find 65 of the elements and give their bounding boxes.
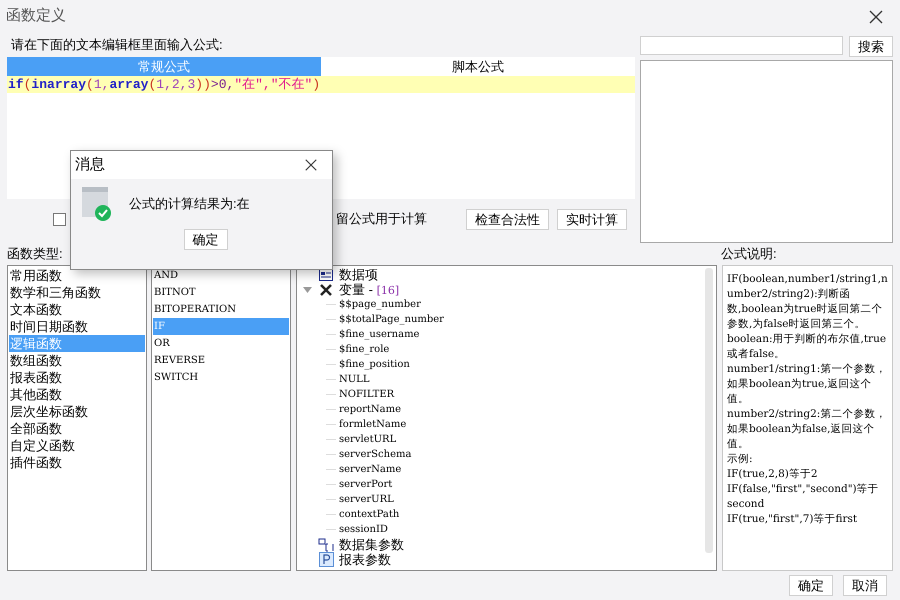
description-text: boolean:用于判断的布尔值,true或者false。 [727, 332, 888, 362]
parameter-icon [318, 552, 334, 567]
close-icon[interactable] [304, 158, 318, 172]
ok-button[interactable]: 确定 [184, 229, 228, 250]
footer-button[interactable]: 取消 [843, 575, 887, 596]
tree-item[interactable]: $$page_number [339, 297, 421, 312]
tree-item[interactable]: $fine_username [339, 327, 420, 342]
function-item[interactable]: SWITCH [153, 369, 289, 386]
description-text: IF(false,"first","second")等于second [727, 482, 880, 512]
tree-item[interactable]: formletName [339, 417, 406, 432]
footer-button[interactable]: 确定 [789, 575, 833, 596]
tree-item[interactable]: NOFILTER [339, 387, 394, 402]
success-icon [82, 187, 113, 221]
tree-item[interactable]: $fine_role [339, 342, 390, 357]
tree-item[interactable]: sessionID [339, 522, 388, 537]
action-button[interactable]: 检查合法性 [466, 208, 549, 230]
function-type-item[interactable]: 文本函数 [9, 301, 145, 318]
search-field[interactable] [640, 36, 843, 55]
description-text: IF(boolean,number1/string1,number2/string2):判断函数,boolean为true时返回第二个参数,为false时返回第三个。 [727, 272, 888, 332]
search-button[interactable]: 搜索 [849, 36, 893, 57]
tree-item[interactable]: serverPort [339, 477, 392, 492]
function-item[interactable]: BITOPERATION [153, 301, 289, 318]
description-label: 公式说明: [721, 245, 777, 263]
function-type-item[interactable]: 全部函数 [9, 420, 145, 437]
function-type-item[interactable]: 层次坐标函数 [9, 403, 145, 420]
description-text: 示例: [727, 452, 754, 467]
window-title: 函数定义 [6, 6, 66, 26]
function-item[interactable]: OR [153, 335, 289, 352]
description-text: IF(true,2,8)等于2 [727, 467, 819, 482]
formula-text: if(inarray(1,array(1,2,3))>0,"在","不在") [8, 77, 320, 92]
function-item[interactable]: BITNOT [153, 284, 289, 301]
tree-item[interactable]: serverSchema [339, 447, 412, 462]
tree-item[interactable]: serverURL [339, 492, 394, 507]
function-item[interactable]: REVERSE [153, 352, 289, 369]
tree-item[interactable]: contextPath [339, 507, 400, 522]
function-type-item[interactable]: 自定义函数 [9, 437, 145, 454]
close-icon[interactable] [868, 8, 884, 24]
checkbox[interactable] [53, 212, 66, 226]
tree-item[interactable]: $fine_position [339, 357, 410, 372]
function-type-label: 函数类型: [7, 245, 64, 263]
action-button[interactable]: 实时计算 [557, 208, 627, 230]
scrollbar[interactable] [705, 268, 713, 553]
description-text: IF(true,"first",7)等于first [727, 512, 858, 527]
editor-label: 请在下面的文本编辑框里面输入公式: [10, 36, 224, 54]
checkbox-label: 留公式用于计算 [336, 210, 427, 228]
function-type-item[interactable]: 数组函数 [9, 352, 145, 369]
dialog-title: 消息 [75, 154, 105, 175]
tree-item[interactable]: reportName [339, 402, 402, 417]
function-type-item[interactable]: 插件函数 [9, 454, 145, 471]
function-type-item[interactable]: 时间日期函数 [9, 318, 145, 335]
tree-item[interactable]: serverName [339, 462, 402, 477]
function-item[interactable]: AND [153, 267, 289, 284]
function-type-item[interactable]: 数学和三角函数 [9, 284, 145, 301]
dataset-icon [318, 538, 334, 552]
caret-icon[interactable] [302, 286, 312, 292]
tree-item[interactable]: servletURL [339, 432, 396, 447]
function-type-item[interactable]: 其他函数 [9, 386, 145, 403]
function-type-item[interactable]: 常用函数 [9, 267, 145, 284]
description-text: number1/string1:第一个参数，如果boolean为true,返回这个值。 [727, 362, 888, 407]
description-text: number2/string2:第二个参数，如果boolean为false,返回这个值。 [727, 407, 888, 452]
variable-icon [320, 284, 332, 296]
formula-tab[interactable]: 脚本公式 [321, 57, 635, 76]
tree-item[interactable]: $$totalPage_number [339, 312, 444, 327]
tree-item[interactable]: NULL [339, 372, 370, 387]
function-type-item[interactable]: 报表函数 [9, 369, 145, 386]
